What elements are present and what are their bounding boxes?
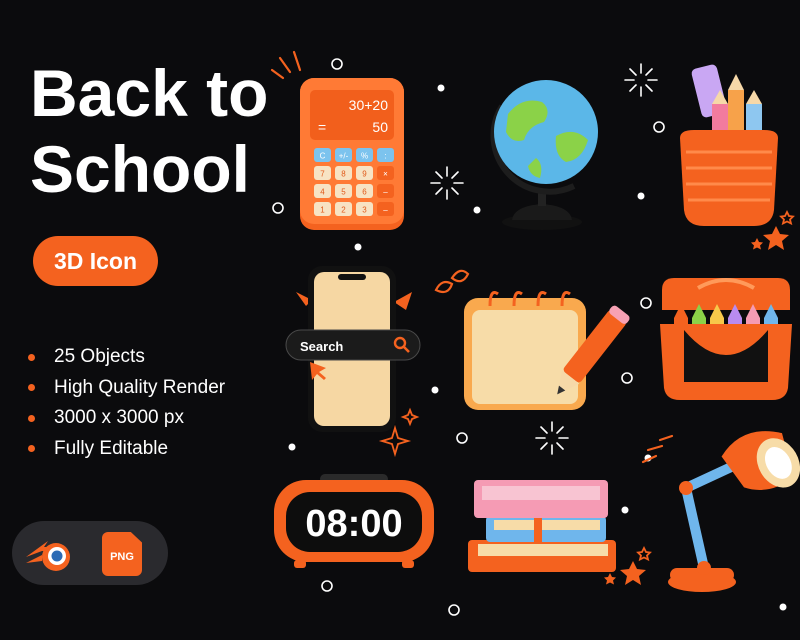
desk-lamp-icon [668, 431, 800, 592]
ring-dot [448, 604, 460, 616]
ring-dot [272, 202, 284, 214]
calc-key-label: 7 [320, 170, 325, 179]
calc-expression: 30+20 [349, 97, 389, 113]
feature-text: Fully Editable [54, 437, 169, 459]
png-file-icon: PNG [102, 532, 142, 576]
ring-dot [331, 58, 343, 70]
globe-icon [490, 80, 598, 230]
calc-key-label: 3 [362, 206, 367, 215]
feature-text: High Quality Render [54, 376, 226, 398]
phone-search-icon: Search [285, 266, 421, 432]
feature-text: 3000 x 3000 px [54, 407, 184, 428]
calc-key-label: – [383, 188, 388, 197]
feature-text: 25 Objects [54, 346, 145, 367]
ring-dot [456, 432, 468, 444]
feature-item: High Quality Render [28, 373, 225, 404]
accent-strokes [270, 50, 302, 80]
blender-icon [26, 541, 70, 571]
pencil-cup-icon [680, 64, 778, 226]
calc-key-label: 8 [341, 170, 346, 179]
feature-item: 3000 x 3000 px [28, 403, 225, 434]
calc-key-label: 9 [362, 170, 367, 179]
bullet-icon [28, 353, 35, 361]
bullet-icon [28, 384, 35, 392]
calc-key-label: 6 [362, 188, 367, 197]
ring-dot [653, 121, 665, 133]
book-stack-icon [468, 480, 616, 572]
search-label: Search [300, 339, 343, 354]
poster: Back to School 3D Icon 25 Objects High Q… [0, 0, 800, 640]
bullet-icon [28, 414, 35, 422]
title-line-1: Back to [30, 56, 269, 130]
ring-dot [321, 580, 333, 592]
calc-equals: = [318, 119, 326, 135]
calc-key-label: × [383, 170, 388, 179]
calc-key-label: +/- [339, 152, 349, 161]
clock-time: 08:00 [305, 503, 402, 545]
ring-dot [640, 297, 652, 309]
feature-item: Fully Editable [28, 434, 225, 465]
crayon-box-icon [660, 278, 792, 400]
calc-key-label: C [320, 152, 326, 161]
alarm-clock-icon: 08:00 [274, 474, 434, 568]
calc-key-label: 4 [320, 188, 325, 197]
calc-key-label: % [361, 152, 368, 161]
calc-key-label: 2 [341, 206, 346, 215]
calc-key-label: 1 [320, 206, 325, 215]
calculator-icon: 30+20 = 50 C +/-%: 7 8 9 × 4 5 6 – 1 2 3 – [300, 78, 404, 230]
calc-key-label: 5 [341, 188, 346, 197]
calc-result: 50 [372, 119, 388, 135]
title-line-2: School [30, 132, 251, 206]
calc-key-label: : [384, 152, 386, 161]
bullet-icon [28, 445, 35, 453]
feature-list: 25 Objects High Quality Render 3000 x 30… [28, 342, 225, 464]
badge-3d-icon: 3D Icon [33, 236, 158, 286]
calc-key-label: – [383, 206, 388, 215]
calendar-pencil-icon [464, 291, 630, 410]
feature-item: 25 Objects [28, 342, 225, 373]
